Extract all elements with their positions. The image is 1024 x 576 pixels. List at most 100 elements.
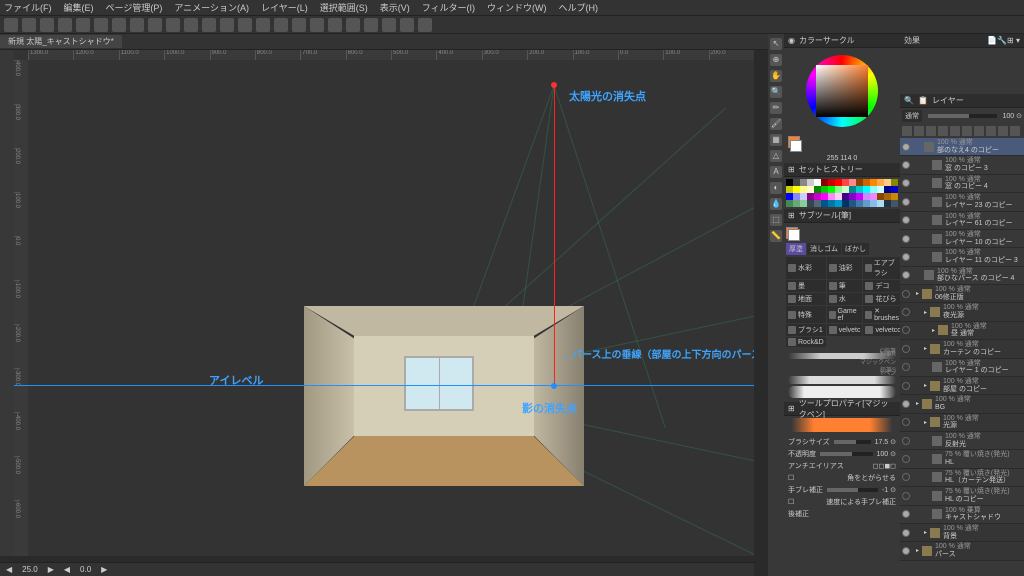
- subtool-panel-header[interactable]: ⊞サブツール[筆]: [784, 209, 900, 223]
- color-swatch[interactable]: [793, 200, 800, 207]
- tool-button[interactable]: A: [770, 166, 782, 178]
- layer-item[interactable]: 100 % 通常レイヤー 11 のコピー 3: [900, 248, 1024, 266]
- visibility-toggle[interactable]: [902, 235, 910, 243]
- color-swatch[interactable]: [849, 186, 856, 193]
- color-swatch[interactable]: [814, 186, 821, 193]
- color-wheel[interactable]: [784, 48, 900, 134]
- color-swatch[interactable]: [800, 193, 807, 200]
- color-swatch[interactable]: [793, 186, 800, 193]
- color-swatch[interactable]: [884, 186, 891, 193]
- toolbar-button[interactable]: [256, 18, 270, 32]
- color-swatch[interactable]: [793, 179, 800, 186]
- menu-item[interactable]: 表示(V): [380, 1, 410, 14]
- tool-button[interactable]: △: [770, 150, 782, 162]
- layer-item[interactable]: 75 % 覆い焼き(発光)HL（カーテン発送）: [900, 469, 1024, 487]
- color-swatch[interactable]: [821, 186, 828, 193]
- layer-item[interactable]: ▸100 % 通常パース: [900, 542, 1024, 560]
- visibility-toggle[interactable]: [902, 382, 910, 390]
- color-swatch[interactable]: [807, 200, 814, 207]
- layer-action-button[interactable]: [950, 126, 960, 136]
- visibility-toggle[interactable]: [902, 363, 910, 371]
- color-swatch[interactable]: [856, 200, 863, 207]
- brush-stroke[interactable]: [788, 376, 896, 384]
- brush-size-slider[interactable]: [834, 440, 871, 444]
- layer-item[interactable]: 100 % 通常レイヤー 61 のコピー: [900, 212, 1024, 230]
- visibility-toggle[interactable]: [902, 492, 910, 500]
- color-swatch[interactable]: [891, 193, 898, 200]
- color-swatch[interactable]: [835, 200, 842, 207]
- subtool-item[interactable]: ブラシ1: [786, 324, 826, 336]
- visibility-toggle[interactable]: [902, 510, 910, 518]
- layer-item[interactable]: 75 % 覆い焼き(発光)HL: [900, 450, 1024, 468]
- subtool-item[interactable]: Game ef: [827, 306, 863, 323]
- color-swatch[interactable]: [870, 193, 877, 200]
- subtool-item[interactable]: 水彩: [786, 257, 826, 279]
- toolbar-button[interactable]: [130, 18, 144, 32]
- layer-item[interactable]: 100 % 通常レイヤー 1 のコピー: [900, 359, 1024, 377]
- color-swatch[interactable]: [849, 200, 856, 207]
- layer-item[interactable]: 75 % 覆い焼き(発光)HL のコピー: [900, 487, 1024, 505]
- visibility-toggle[interactable]: [902, 326, 910, 334]
- toolbar-button[interactable]: [328, 18, 342, 32]
- tool-button[interactable]: 🖌: [770, 118, 782, 130]
- color-swatch[interactable]: [863, 186, 870, 193]
- color-swatch[interactable]: [800, 186, 807, 193]
- color-swatch[interactable]: [814, 179, 821, 186]
- tool-button[interactable]: ◐: [770, 182, 782, 194]
- toolbar-button[interactable]: [292, 18, 306, 32]
- subtool-item[interactable]: デコ: [863, 280, 903, 292]
- canvas[interactable]: 1300.01200.01100.01000.0900.0800.0700.06…: [14, 50, 754, 556]
- toolbar-button[interactable]: [94, 18, 108, 32]
- toolbar-button[interactable]: [4, 18, 18, 32]
- subtool-item[interactable]: 筆: [827, 280, 863, 292]
- layer-item[interactable]: 100 % 通常窓 のコピー 4: [900, 175, 1024, 193]
- layer-panel-header[interactable]: 🔍📋レイヤー: [900, 94, 1024, 108]
- layer-action-button[interactable]: [902, 126, 912, 136]
- color-swatch[interactable]: [884, 193, 891, 200]
- color-swatch[interactable]: [877, 179, 884, 186]
- color-swatch[interactable]: [842, 179, 849, 186]
- visibility-toggle[interactable]: [902, 179, 910, 187]
- toolbar-button[interactable]: [22, 18, 36, 32]
- menu-item[interactable]: ファイル(F): [4, 1, 52, 14]
- toolbar-button[interactable]: [364, 18, 378, 32]
- subtool-color[interactable]: [786, 227, 800, 241]
- toolbar-button[interactable]: [220, 18, 234, 32]
- visibility-toggle[interactable]: [902, 418, 910, 426]
- color-swatch[interactable]: [891, 179, 898, 186]
- toolbar-button[interactable]: [148, 18, 162, 32]
- visibility-toggle[interactable]: [902, 161, 910, 169]
- color-swatch[interactable]: [835, 179, 842, 186]
- color-swatch[interactable]: [786, 179, 793, 186]
- layer-action-button[interactable]: [926, 126, 936, 136]
- history-panel-header[interactable]: ⊞セットヒストリー: [784, 163, 900, 177]
- color-swatch[interactable]: [786, 186, 793, 193]
- layer-action-button[interactable]: [986, 126, 996, 136]
- color-swatch[interactable]: [856, 179, 863, 186]
- fg-bg-swatch[interactable]: [788, 136, 802, 152]
- color-swatch[interactable]: [786, 200, 793, 207]
- color-swatch[interactable]: [877, 186, 884, 193]
- layer-action-button[interactable]: [974, 126, 984, 136]
- visibility-toggle[interactable]: [902, 400, 910, 408]
- color-swatch[interactable]: [870, 200, 877, 207]
- color-swatch[interactable]: [800, 179, 807, 186]
- subtool-tab[interactable]: 消しゴム: [807, 243, 841, 255]
- color-swatch[interactable]: [863, 179, 870, 186]
- layer-item[interactable]: ▸100 % 通常BG: [900, 395, 1024, 413]
- layer-item[interactable]: ▸100 % 通常光源: [900, 414, 1024, 432]
- subtool-item[interactable]: 油彩: [827, 257, 863, 279]
- layer-action-button[interactable]: [914, 126, 924, 136]
- color-swatch[interactable]: [807, 179, 814, 186]
- toolbar-button[interactable]: [346, 18, 360, 32]
- color-swatch[interactable]: [807, 193, 814, 200]
- document-tab[interactable]: 新規 太陽_キャストシャドウ*: [0, 35, 122, 48]
- toolbar-button[interactable]: [382, 18, 396, 32]
- menu-item[interactable]: ヘルプ(H): [559, 1, 599, 14]
- color-panel-header[interactable]: ◉カラーサークル: [784, 34, 900, 48]
- color-swatch[interactable]: [821, 179, 828, 186]
- color-swatch[interactable]: [856, 193, 863, 200]
- tool-button[interactable]: ↖: [770, 38, 782, 50]
- toolbar-button[interactable]: [184, 18, 198, 32]
- layer-item[interactable]: ▸100 % 通常カーテン のコピー: [900, 340, 1024, 358]
